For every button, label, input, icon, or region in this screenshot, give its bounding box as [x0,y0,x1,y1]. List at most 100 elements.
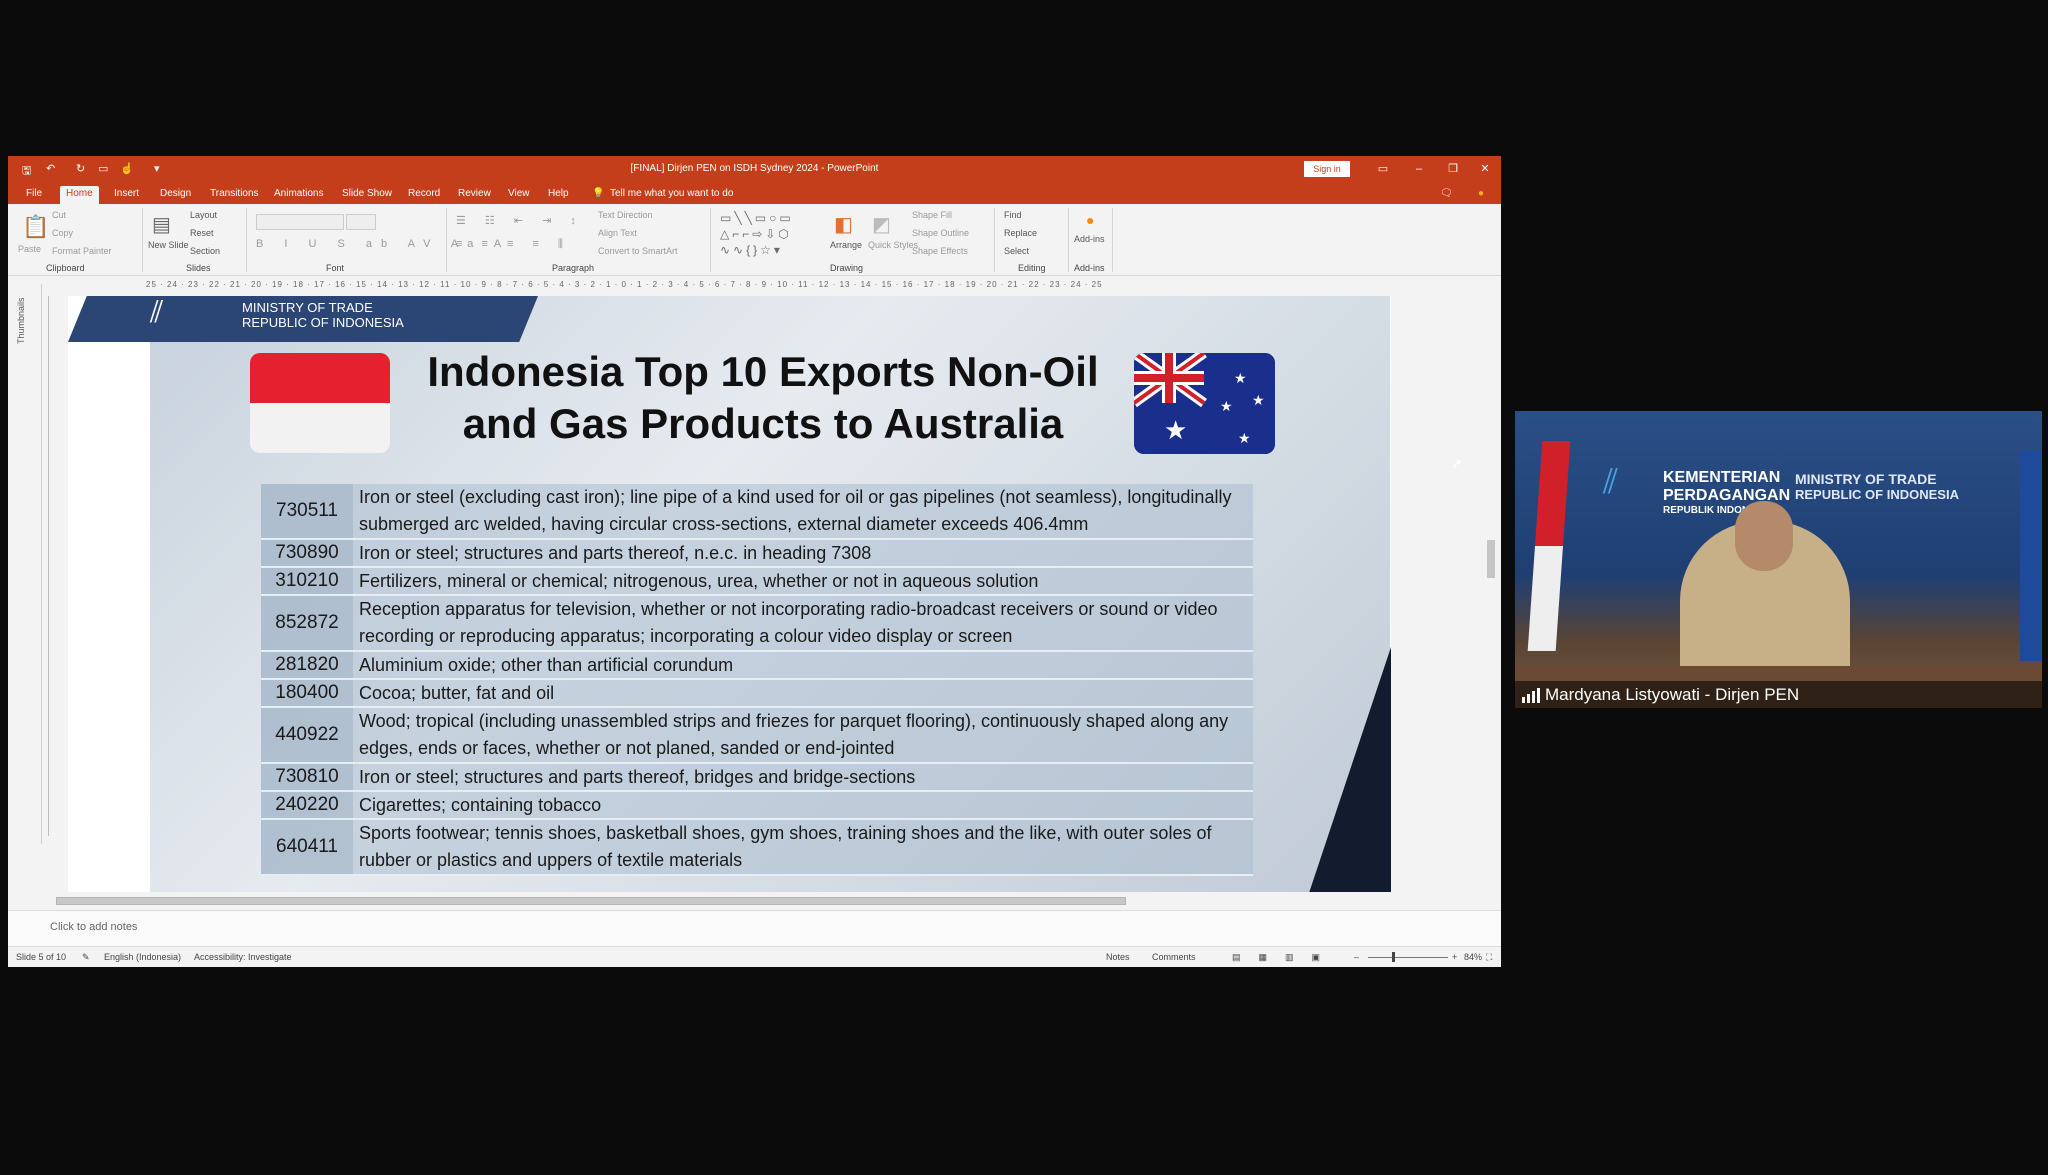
new-slide-icon[interactable]: ▤ [152,212,171,237]
restore-icon[interactable]: ❐ [1442,160,1464,178]
shape-fill-button[interactable]: Shape Fill [912,210,952,220]
tell-me-search[interactable]: Tell me what you want to do [604,186,739,204]
hs-code: 180400 [261,680,353,706]
hs-code: 281820 [261,652,353,678]
quick-styles-button[interactable]: Quick Styles [868,240,918,250]
fit-to-window-icon[interactable]: ⛶ [1486,952,1492,963]
exports-table: 730511 Iron or steel (excluding cast iro… [261,484,1253,876]
horizontal-scrollbar[interactable] [46,894,1486,908]
zoom-in-icon[interactable]: + [1452,952,1457,962]
table-row: 640411 Sports footwear; tennis shoes, ba… [261,820,1253,876]
svg-text:★: ★ [1220,399,1233,415]
group-separator [994,208,995,272]
shapes-gallery-icon[interactable]: ▭╲╲▭○▭ △⌐⌐⇨⇩⬡ ∿∿{}☆▾ [720,210,820,258]
speaker-head [1735,501,1793,571]
tab-view[interactable]: View [502,186,536,204]
select-button[interactable]: Select [1004,246,1029,256]
participant-name: Mardyana Listyowati - Dirjen PEN [1545,685,1800,704]
hs-code: 730511 [261,484,353,538]
clipboard-group-label: Clipboard [46,263,85,273]
font-size-box[interactable] [346,214,376,230]
table-row: 730810 Iron or steel; structures and par… [261,764,1253,792]
replace-button[interactable]: Replace [1004,228,1037,238]
ribbon-display-icon[interactable]: ▭ [1372,160,1394,178]
align-text-button[interactable]: Align Text [598,228,637,238]
product-description: Wood; tropical (including unassembled st… [359,711,1229,758]
participant-video-tile[interactable]: ⫽ KEMENTERIAN PERDAGANGAN REPUBLIK INDON… [1515,411,2042,708]
zoom-slider-thumb[interactable] [1392,952,1395,962]
view-buttons-icons[interactable]: ▤▦▥▣ [1232,952,1338,963]
table-row: 180400 Cocoa; butter, fat and oil [261,680,1253,708]
paragraph-group-label: Paragraph [552,263,595,273]
tab-record[interactable]: Record [402,186,446,204]
shape-outline-button[interactable]: Shape Outline [912,228,969,238]
convert-smartart-button[interactable]: Convert to SmartArt [598,246,678,256]
reset-button[interactable]: Reset [190,228,214,238]
arrange-button[interactable]: Arrange [830,240,862,250]
new-slide-button[interactable]: New Slide [148,240,189,250]
horizontal-scroll-thumb[interactable] [56,897,1126,905]
format-painter-button[interactable]: Format Painter [52,246,112,256]
paste-icon[interactable]: 📋 [22,214,49,240]
editing-group-label: Editing [1018,263,1046,273]
tab-help[interactable]: Help [542,186,575,204]
language-indicator[interactable]: English (Indonesia) [104,952,181,962]
align-icons[interactable]: ≡ ≡ ≡ ≡ ⫼ [456,238,571,251]
indonesia-flag [250,353,390,453]
copy-button[interactable]: Copy [52,228,73,238]
accessibility-status[interactable]: Accessibility: Investigate [194,952,292,962]
group-separator [446,208,447,272]
minimize-icon[interactable]: – [1408,160,1430,178]
comments-toggle[interactable]: Comments [1152,952,1196,962]
slide-canvas[interactable]: ⫽ MINISTRY OF TRADE REPUBLIC OF INDONESI… [68,296,1391,892]
thumbnails-label: Thumbnails [16,297,26,344]
zoom-slider[interactable] [1368,957,1448,958]
tab-design[interactable]: Design [154,186,197,204]
paste-button[interactable]: Paste [18,244,41,254]
blue-flag [2020,451,2042,661]
text-direction-button[interactable]: Text Direction [598,210,653,220]
notification-dot-icon: ● [1478,188,1485,199]
slide-title-line-1: Indonesia Top 10 Exports Non-Oil [427,348,1099,395]
zoom-out-icon[interactable]: – [1354,952,1359,962]
notes-placeholder[interactable]: Click to add notes [50,921,137,933]
tab-home[interactable]: Home [60,186,99,204]
vertical-scroll-thumb[interactable] [1487,540,1495,578]
spell-check-icon[interactable]: ✎ [82,952,90,963]
ministry-line-2: REPUBLIC OF INDONESIA [242,315,404,330]
close-icon[interactable]: ✕ [1474,160,1496,178]
vertical-scrollbar[interactable] [1484,280,1498,840]
arrange-icon[interactable]: ◧ [834,212,853,237]
shape-effects-button[interactable]: Shape Effects [912,246,968,256]
list-icons[interactable]: ☰ ☷ ⇤ ⇥ ↕ [456,214,584,227]
sign-in-button[interactable]: Sign in [1304,161,1350,177]
slides-group-label: Slides [186,263,211,273]
table-row: 730511 Iron or steel (excluding cast iro… [261,484,1253,540]
svg-text:★: ★ [1252,393,1265,409]
tab-animations[interactable]: Animations [268,186,329,204]
quick-styles-icon[interactable]: ◩ [872,212,891,237]
table-row: 440922 Wood; tropical (including unassem… [261,708,1253,764]
find-button[interactable]: Find [1004,210,1022,220]
cut-button[interactable]: Cut [52,210,66,220]
add-ins-icon[interactable]: ● [1086,212,1094,228]
slide-title-line-2: and Gas Products to Australia [462,400,1064,447]
thumbnails-pane-collapsed[interactable]: Thumbnails [8,284,42,844]
svg-text:★: ★ [1238,431,1251,447]
tab-review[interactable]: Review [452,186,497,204]
tab-insert[interactable]: Insert [108,186,145,204]
tab-file[interactable]: File [20,186,48,204]
ministry-line-2: REPUBLIC OF INDONESIA [1795,487,1959,502]
notes-pane[interactable]: Click to add notes [8,910,1501,946]
comments-icon[interactable]: 🗨 [1434,186,1459,204]
section-button[interactable]: Section [190,246,220,256]
group-separator [1112,208,1113,272]
font-name-box[interactable] [256,214,344,230]
tab-slide-show[interactable]: Slide Show [336,186,398,204]
tab-transitions[interactable]: Transitions [204,186,265,204]
layout-button[interactable]: Layout [190,210,217,220]
add-ins-button[interactable]: Add-ins [1074,234,1105,244]
zoom-level[interactable]: 84% [1464,952,1482,962]
ribbon-tabs: File Home Insert Design Transitions Anim… [8,182,1501,204]
notes-toggle[interactable]: Notes [1106,952,1130,962]
